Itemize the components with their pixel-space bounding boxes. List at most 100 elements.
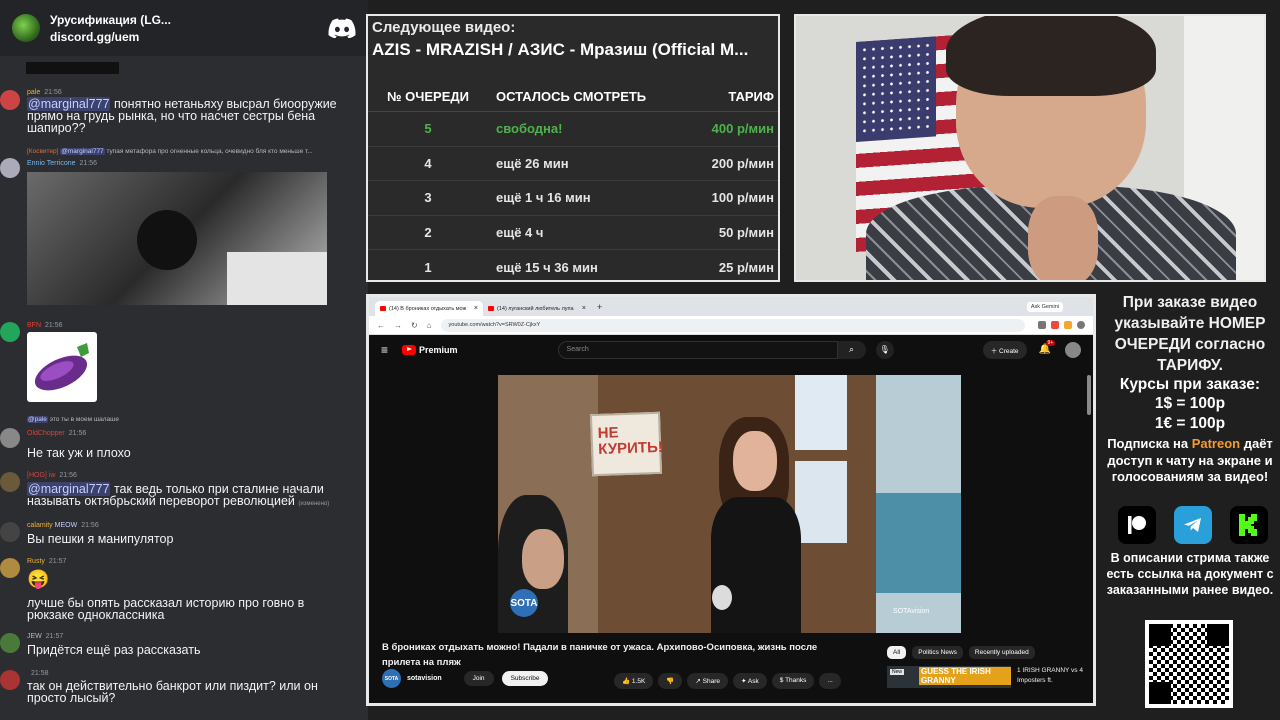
video-attachment[interactable] <box>27 172 327 305</box>
address-bar: ← → ↻ ⌂ youtube.com/watch?v=SRW0Z-CjkxY <box>369 316 1093 335</box>
next-video-label: Следующее видео: <box>372 19 516 36</box>
like-button[interactable]: 👍 1.5K <box>614 673 654 689</box>
message-text: так он действительно банкрот или пиздит?… <box>27 679 318 705</box>
username[interactable]: pale <box>27 89 40 96</box>
dislike-button[interactable]: 👎 <box>658 673 683 689</box>
search-input[interactable]: Search <box>557 340 838 359</box>
chip-politics-news[interactable]: Politics News <box>912 646 963 659</box>
youtube-header: ≡ Premium Search ⌕ 🎙 ＋ Create 🔔 9+ <box>369 335 1093 364</box>
recommended-video[interactable]: New GUESS THE IRISH GRANNY 1 IRISH GRANN… <box>887 666 1093 688</box>
timestamp: 21:57 <box>48 558 67 565</box>
avatar <box>0 558 20 578</box>
recommended-video-title[interactable]: 1 IRISH GRANNY vs 4 Imposters ft. <box>1017 666 1093 688</box>
ask-button[interactable]: ✦ Ask <box>733 673 767 689</box>
sign-text: НЕ КУРИТЬ! <box>597 424 664 459</box>
header-remaining: ОСТАЛОСЬ СМОТРЕТЬ <box>496 89 647 104</box>
rate-usd: 1$ = 100р <box>1154 395 1226 412</box>
channel-avatar[interactable]: SOTA <box>382 669 401 688</box>
username[interactable]: JEW <box>27 633 42 640</box>
new-tab-button[interactable]: + <box>591 302 608 312</box>
order-instructions: При заказе видео указывайте НОМЕР ОЧЕРЕД… <box>1114 294 1266 374</box>
search-icon[interactable]: ⌕ <box>837 340 866 359</box>
close-icon[interactable]: × <box>474 305 478 312</box>
username[interactable]: Ennio Terricone <box>27 160 76 167</box>
tab-youtube-active[interactable]: (14) В брониках отдыхать мож × <box>375 301 483 316</box>
table-row: 5 свободна! 400 р/мин <box>368 112 778 147</box>
avatar <box>0 428 20 448</box>
chip-recently-uploaded[interactable]: Recently uploaded <box>968 646 1035 659</box>
home-icon[interactable]: ⌂ <box>427 321 432 330</box>
qr-code <box>1145 620 1233 708</box>
microphone <box>712 585 732 610</box>
microphone-icon[interactable]: 🎙 <box>875 340 894 359</box>
reload-icon[interactable]: ↻ <box>411 321 418 330</box>
timestamp: 21:56 <box>81 522 99 529</box>
edited-tag: (изменено) <box>298 501 330 507</box>
discord-chat-panel: Урусификация (LG... discord.gg/uem pale 2… <box>0 0 368 720</box>
header-rate: ТАРИФ <box>728 89 774 104</box>
patreon-highlight: Patreon <box>1191 436 1241 451</box>
server-invite-link[interactable]: discord.gg/uem <box>50 30 328 44</box>
hamburger-menu-icon[interactable]: ≡ <box>381 343 388 357</box>
username[interactable]: [HOG] iw <box>27 472 55 479</box>
username[interactable]: OldChopper <box>27 430 65 437</box>
more-button[interactable]: ... <box>819 673 841 689</box>
subscribe-button[interactable]: Subscribe <box>501 671 549 686</box>
discord-logo-icon <box>328 18 356 38</box>
share-button[interactable]: ↗ Share <box>687 673 728 689</box>
extension-icon[interactable] <box>1051 321 1059 329</box>
ask-gemini-button[interactable]: Ask Gemini <box>1026 301 1063 312</box>
forward-icon[interactable]: → <box>394 321 402 330</box>
avatar <box>0 90 20 110</box>
username[interactable]: ВFN <box>27 322 41 329</box>
avatar[interactable] <box>1065 341 1081 358</box>
username[interactable]: calamity <box>27 522 53 529</box>
rate: 400 р/мин <box>711 121 774 137</box>
reply-preview[interactable]: [Косвитер] @marginal777 тупая метафора п… <box>27 148 313 155</box>
username[interactable]: Rusty <box>27 558 45 565</box>
url-field[interactable]: youtube.com/watch?v=SRW0Z-CjkxY <box>440 318 1025 332</box>
rate: 100 р/мин <box>711 190 774 206</box>
redacted-bar <box>26 62 119 74</box>
thanks-icon: $ <box>779 677 784 684</box>
channel-name[interactable]: sotavision <box>407 675 442 682</box>
queue-number: 1 <box>424 259 432 275</box>
create-button[interactable]: ＋ Create <box>982 340 1027 359</box>
avatar <box>0 158 20 178</box>
order-queue-panel: Следующее видео: AZIS - MRAZISH / АЗИС -… <box>366 14 780 282</box>
timestamp: 21:56 <box>44 89 62 96</box>
server-header[interactable]: Урусификация (LG... discord.gg/uem <box>0 0 368 56</box>
extension-icon[interactable] <box>1038 321 1046 329</box>
close-icon[interactable]: × <box>582 305 586 312</box>
streamer-hand <box>1028 196 1098 280</box>
video-thumbnail[interactable]: New GUESS THE IRISH GRANNY <box>887 666 1011 688</box>
profile-icon[interactable] <box>1077 321 1085 329</box>
timestamp: 21:56 <box>45 322 63 329</box>
remaining-time: ещё 1 ч 16 мин <box>496 190 591 206</box>
emoji: 😝 <box>27 569 50 589</box>
reply-preview[interactable]: @pale это ты в моем шалаше <box>27 416 119 423</box>
extension-icon[interactable] <box>1064 321 1072 329</box>
thumbnail-text: GUESS THE IRISH GRANNY <box>919 667 1011 685</box>
video-player[interactable]: НЕ КУРИТЬ! SOTA SOTAvision <box>498 375 961 633</box>
chip-all[interactable]: All <box>887 646 907 659</box>
youtube-logo[interactable]: Premium <box>402 344 458 355</box>
message-text: Придётся ещё раз рассказать <box>27 643 201 657</box>
message-text: лучше бы опять рассказал историю про гов… <box>27 596 305 622</box>
scrollbar[interactable] <box>1087 375 1091 415</box>
new-badge: New <box>890 669 905 675</box>
eggplant-icon <box>34 343 89 391</box>
join-button[interactable]: Join <box>463 671 494 686</box>
message-text: Вы пешки я манипулятор <box>27 532 174 546</box>
avatar <box>0 522 20 542</box>
server-avatar <box>12 14 40 42</box>
eggplant-image[interactable] <box>27 332 97 402</box>
back-icon[interactable]: ← <box>377 321 385 330</box>
notifications-bell-icon[interactable]: 🔔 9+ <box>1039 340 1056 355</box>
thanks-button[interactable]: $ Thanks <box>771 673 815 689</box>
queue-number: 5 <box>424 121 432 137</box>
queue-number: 4 <box>424 155 432 171</box>
tab-youtube[interactable]: (14) луганский любитель лупа × <box>483 301 591 316</box>
patreon-icon <box>1118 506 1156 544</box>
webcam-feed <box>794 14 1266 282</box>
